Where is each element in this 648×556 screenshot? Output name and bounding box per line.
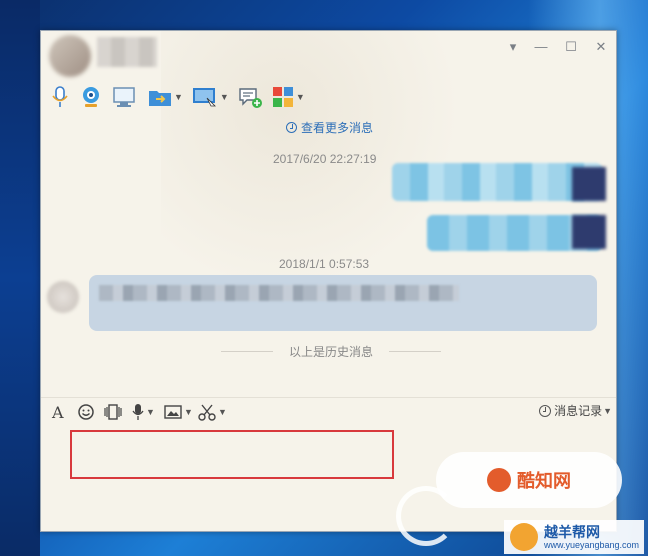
image-icon (164, 405, 182, 419)
add-chat-icon (239, 88, 262, 108)
font-icon: A (51, 403, 64, 421)
view-more-messages-link[interactable]: 查看更多消息 (286, 119, 373, 136)
shake-icon (104, 404, 122, 420)
watermark-text: 酷知网 (517, 471, 571, 491)
avatar (572, 215, 606, 249)
apps-button[interactable]: ▼ (271, 84, 305, 110)
contact-avatar[interactable] (47, 281, 79, 313)
message-text (99, 285, 459, 301)
voice-message-button[interactable]: ▼ (131, 402, 155, 422)
outgoing-message (392, 163, 606, 251)
screenshot-button[interactable]: ▼ (197, 402, 227, 422)
title-bar: ▾ — ☐ ✕ (41, 31, 616, 83)
chevron-down-icon[interactable]: ▼ (146, 407, 155, 417)
contact-avatar[interactable] (49, 35, 91, 77)
chevron-down-icon: ▼ (603, 405, 612, 416)
watermark-logo-icon (487, 468, 511, 492)
shake-button[interactable] (103, 402, 123, 422)
avatar (572, 167, 606, 201)
divider-line (389, 351, 441, 352)
watermark-site-url: www.yueyangbang.com (544, 540, 640, 550)
maximize-button[interactable]: ☐ (559, 37, 583, 57)
contact-name (97, 37, 157, 67)
remote-assist-button[interactable]: ▼ (191, 84, 229, 110)
history-divider-label: 以上是历史消息 (288, 345, 373, 359)
voice-icon (132, 404, 144, 420)
watermark-badge: 酷知网 (436, 452, 622, 508)
dropdown-icon[interactable]: ▾ (501, 37, 525, 57)
highlight-box (70, 430, 394, 479)
font-button[interactable]: A (51, 402, 67, 422)
microphone-icon (52, 86, 68, 107)
watermark-logo-icon (510, 523, 538, 551)
minimize-button[interactable]: — (529, 37, 553, 57)
screen-share-button[interactable] (111, 84, 139, 110)
incoming-message (89, 275, 597, 331)
monitor-icon (113, 87, 135, 107)
desktop-left-strip (0, 0, 40, 556)
emoji-icon (78, 404, 94, 420)
clock-icon (286, 122, 297, 133)
video-call-button[interactable] (79, 84, 103, 110)
history-divider: 以上是历史消息 (221, 343, 441, 360)
message-history-button[interactable]: 消息记录 ▼ (539, 402, 612, 419)
message-timestamp: 2017/6/20 22:27:19 (273, 152, 377, 166)
view-more-label: 查看更多消息 (301, 121, 374, 135)
message-timestamp: 2018/1/1 0:57:53 (279, 257, 370, 271)
svg-text:A: A (51, 403, 64, 421)
clock-icon (539, 404, 552, 417)
send-image-button[interactable]: ▼ (163, 402, 193, 422)
message-history-label: 消息记录 (554, 404, 603, 418)
emoji-button[interactable] (77, 402, 95, 422)
watermark-site: 越羊帮网 www.yueyangbang.com (504, 520, 644, 554)
folder-transfer-icon (149, 91, 171, 106)
input-toolbar: A ▼ ▼ ▼ 消息记录 ▼ (41, 397, 616, 424)
message-bubble (392, 163, 602, 201)
chevron-down-icon[interactable]: ▼ (184, 407, 193, 417)
watermark-site-name: 越羊帮网 (544, 524, 600, 540)
voice-call-button[interactable] (49, 84, 71, 110)
apps-grid-icon (272, 87, 293, 107)
send-file-button[interactable]: ▼ (147, 84, 183, 110)
chevron-down-icon[interactable]: ▼ (174, 92, 183, 102)
chevron-down-icon[interactable]: ▼ (220, 92, 229, 102)
screenshot-icon (198, 404, 216, 421)
group-chat-button[interactable] (237, 84, 263, 110)
chevron-down-icon[interactable]: ▼ (218, 407, 227, 417)
webcam-icon (83, 87, 99, 107)
remote-desktop-icon (192, 88, 216, 107)
close-button[interactable]: ✕ (589, 37, 613, 57)
chat-toolbar: ▼ ▼ ▼ (49, 83, 313, 111)
divider-line (221, 351, 273, 352)
chevron-down-icon[interactable]: ▼ (296, 92, 305, 102)
